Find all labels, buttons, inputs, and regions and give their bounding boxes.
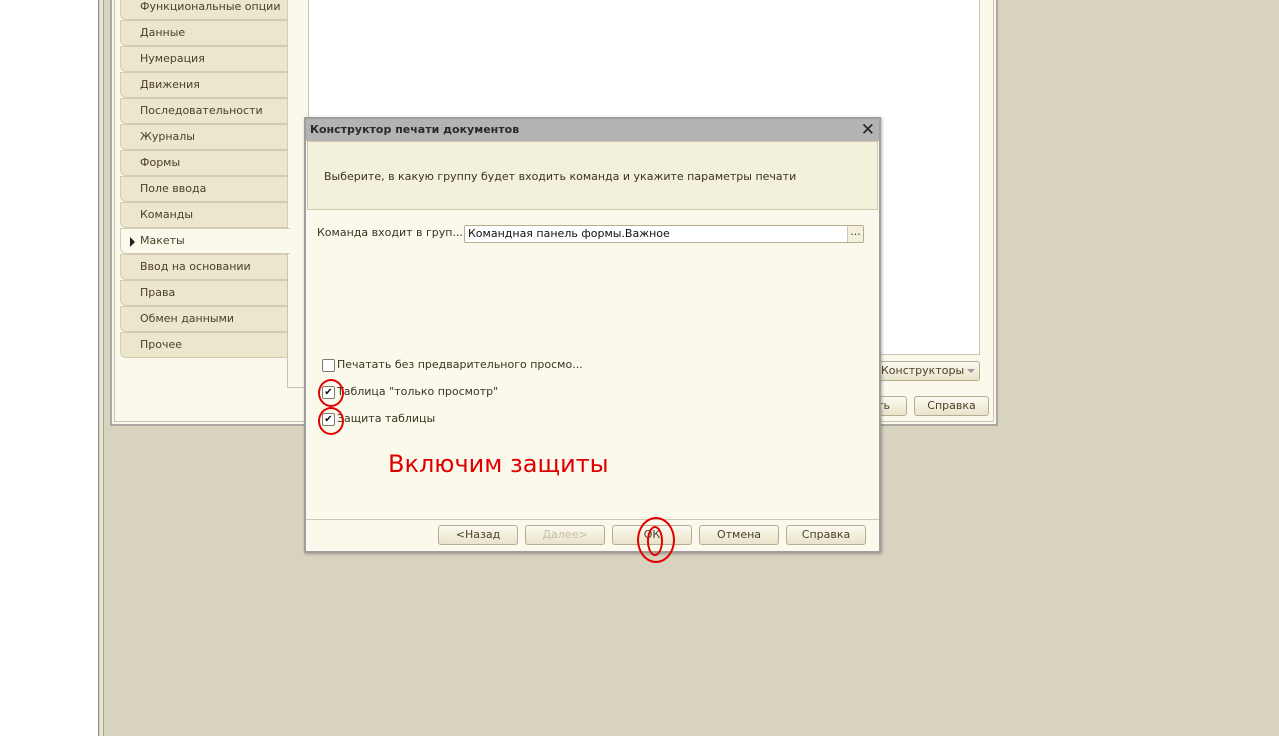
group-value: Командная панель формы.Важное bbox=[468, 227, 670, 240]
print-constructor-dialog: Конструктор печати документов ✕ Выберите… bbox=[304, 117, 881, 553]
sidebar-item-label: Данные bbox=[140, 26, 186, 39]
sidebar-item[interactable]: Поле ввода bbox=[120, 176, 288, 202]
cancel-button[interactable]: Отмена bbox=[699, 525, 779, 545]
tab-divider bbox=[287, 253, 288, 388]
sidebar-item[interactable]: Команды bbox=[120, 202, 288, 228]
instruction-text: Выберите, в какую группу будет входить к… bbox=[324, 170, 797, 183]
close-icon[interactable]: ✕ bbox=[861, 120, 875, 140]
sidebar-item-label: Функциональные опции bbox=[140, 0, 281, 13]
sidebar-item[interactable]: Формы bbox=[120, 150, 288, 176]
constructors-button[interactable]: Конструкторы bbox=[875, 361, 980, 381]
sidebar-item-label: Права bbox=[140, 286, 176, 299]
sidebar-item-label: Журналы bbox=[140, 130, 195, 143]
sidebar-item-label: Формы bbox=[140, 156, 181, 169]
highlight-ring bbox=[318, 379, 344, 407]
back-button[interactable]: <Назад bbox=[438, 525, 518, 545]
sidebar-item-label: Ввод на основании bbox=[140, 260, 251, 273]
triangle-right-icon bbox=[130, 237, 135, 247]
bg-help-button[interactable]: Справка bbox=[914, 396, 989, 416]
sidebar-item-label: Обмен данными bbox=[140, 312, 235, 325]
sidebar-item[interactable]: Ввод на основании bbox=[120, 254, 288, 280]
constructors-label: Конструкторы bbox=[881, 364, 965, 377]
dialog-title: Конструктор печати документов bbox=[306, 119, 879, 141]
checkbox-label[interactable]: Таблица "только просмотр" bbox=[337, 385, 498, 398]
desktop-left bbox=[0, 0, 99, 736]
help-button[interactable]: Справка bbox=[786, 525, 866, 545]
dialog-header: Выберите, в какую группу будет входить к… bbox=[307, 141, 878, 210]
window-edge bbox=[100, 0, 104, 736]
sidebar-item-label: Движения bbox=[140, 78, 200, 91]
divider bbox=[306, 519, 879, 520]
next-button[interactable]: Далее> bbox=[525, 525, 605, 545]
sidebar-item[interactable]: Журналы bbox=[120, 124, 288, 150]
sidebar-item-label: Команды bbox=[140, 208, 194, 221]
sidebar-item[interactable]: Движения bbox=[120, 72, 288, 98]
group-label: Команда входит в груп... bbox=[317, 226, 463, 239]
sidebar-item-label: Поле ввода bbox=[140, 182, 207, 195]
sidebar-item[interactable]: Последовательности bbox=[120, 98, 288, 124]
sidebar-item[interactable]: Функциональные опции bbox=[120, 0, 288, 20]
sidebar-item[interactable]: Макеты bbox=[120, 228, 290, 254]
sidebar-item[interactable]: Обмен данными bbox=[120, 306, 288, 332]
sidebar-item-label: Нумерация bbox=[140, 52, 205, 65]
sidebar-item[interactable]: Прочее bbox=[120, 332, 288, 358]
sidebar-item[interactable]: Нумерация bbox=[120, 46, 288, 72]
highlight-ring bbox=[318, 407, 344, 435]
sidebar-item-label: Последовательности bbox=[140, 104, 263, 117]
highlight-ring bbox=[647, 526, 663, 556]
dropdown-arrow-icon bbox=[967, 369, 975, 373]
annotation-text: Включим защиты bbox=[388, 450, 609, 478]
sidebar-item-label: Макеты bbox=[140, 234, 185, 247]
checkbox[interactable] bbox=[322, 359, 335, 372]
sidebar-item[interactable]: Данные bbox=[120, 20, 288, 46]
checkbox-label[interactable]: Печатать без предварительного просмо... bbox=[337, 358, 583, 371]
sidebar-item[interactable]: Права bbox=[120, 280, 288, 306]
checkbox-label[interactable]: Защита таблицы bbox=[337, 412, 435, 425]
sidebar-item-label: Прочее bbox=[140, 338, 183, 351]
select-button[interactable]: ... bbox=[847, 226, 863, 242]
group-field[interactable]: Командная панель формы.Важное... bbox=[464, 225, 864, 243]
